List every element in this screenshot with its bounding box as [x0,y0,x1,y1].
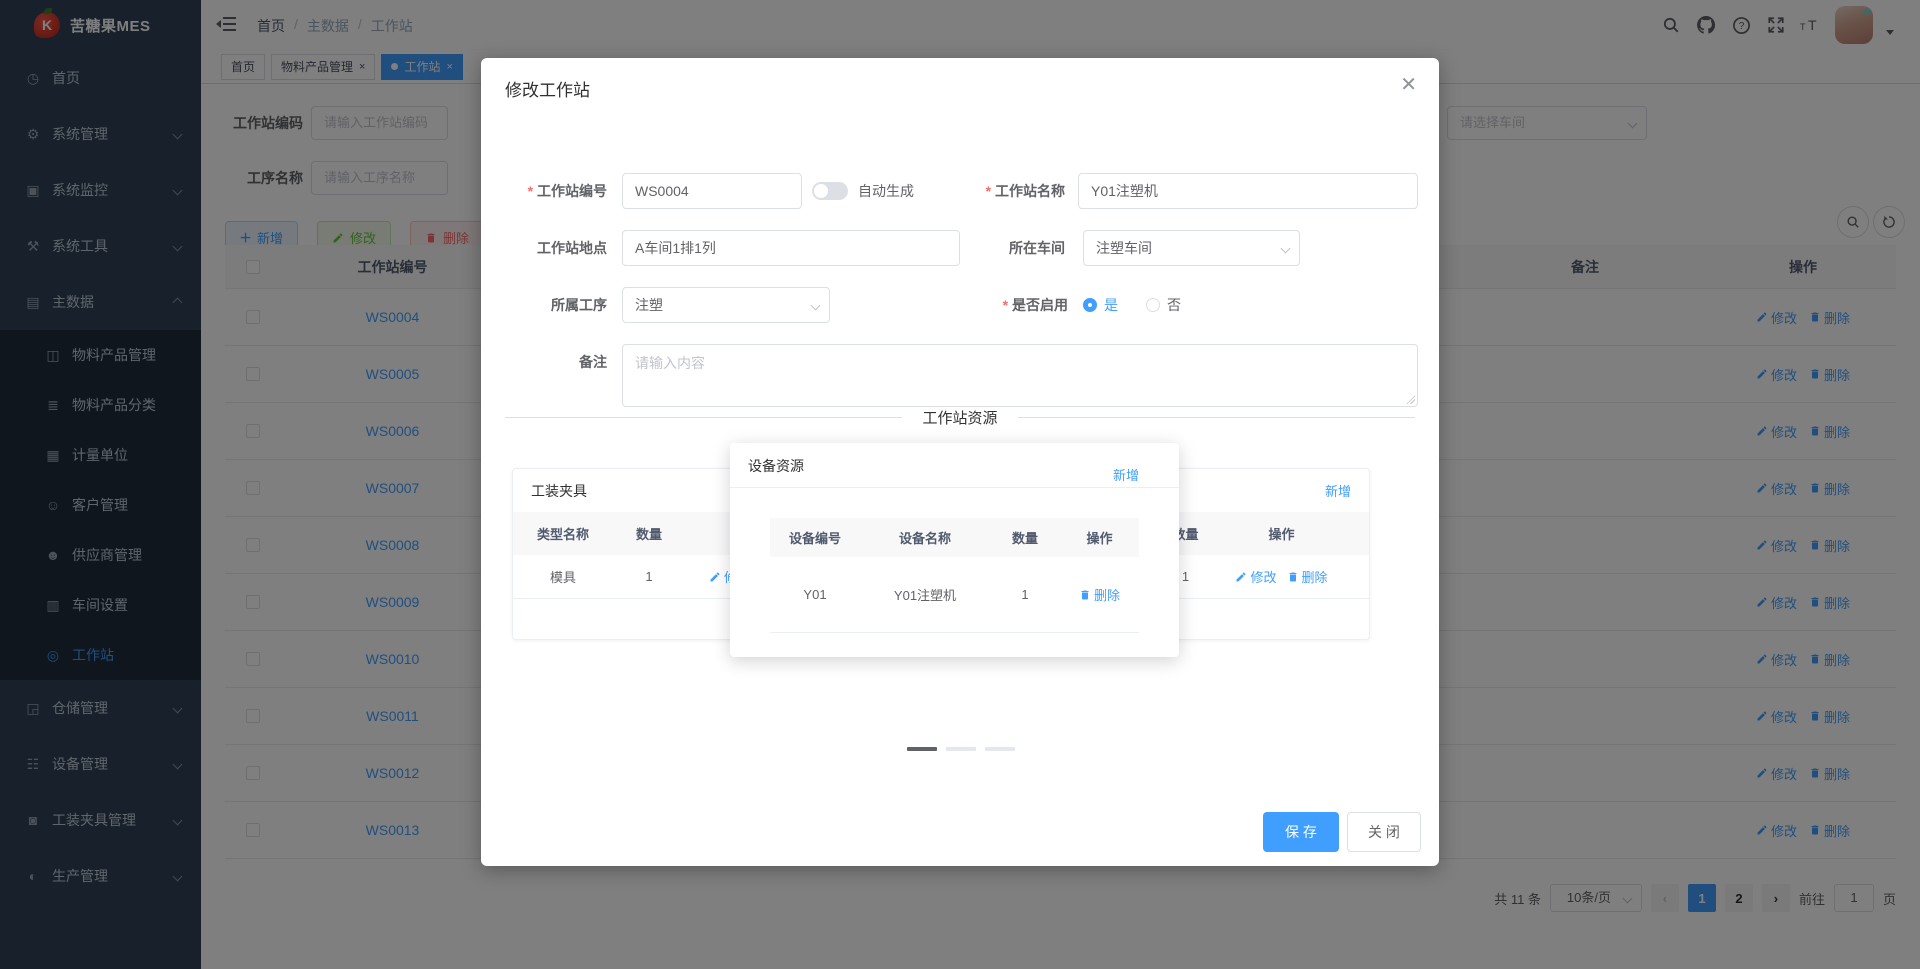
device-table: 设备编号 设备名称 数量 操作 Y01 Y01注塑机 1 删除 [770,518,1139,633]
radio-dot [1146,298,1160,312]
name-label: 工作站名称 [921,173,1065,209]
name-input[interactable]: Y01注塑机 [1078,173,1418,209]
trash-icon [1081,590,1089,599]
fixture-card-title: 工装夹具 [531,483,587,499]
auto-generate-toggle[interactable] [812,182,848,200]
resource-add-link[interactable]: 新增 [1325,481,1351,500]
resources-divider: 工作站资源 [505,407,1415,427]
device-add-link[interactable]: 新增 [1113,465,1139,484]
resource-edit-link[interactable]: 修改 [1235,567,1277,586]
app-root: K 苦糖果MES ◷首页⚙系统管理▣系统监控⚒系统工具▤主数据◫物料产品管理≣物… [0,0,1920,969]
remark-label: 备注 [579,354,607,370]
enabled-no-radio[interactable]: 否 [1146,295,1181,315]
edit-icon [710,572,720,581]
trash-icon [1289,572,1296,581]
process-label: 所属工序 [551,297,607,313]
save-button[interactable]: 保 存 [1263,812,1339,852]
location-input[interactable]: A车间1排1列 [622,230,960,266]
close-icon[interactable]: ✕ [1400,72,1417,97]
carousel-indicator[interactable] [907,747,937,751]
resize-handle-icon[interactable] [1406,395,1415,404]
chevron-down-icon [1280,243,1291,254]
edit-workstation-dialog: 修改工作站 ✕ 工作站编号 WS0004 自动生成 工作站名称 Y01注塑机 工… [481,58,1439,866]
carousel-indicators [907,747,1015,751]
device-table-header: 设备编号 设备名称 数量 操作 [770,518,1139,557]
device-delete-link[interactable]: 删除 [1079,585,1120,604]
edit-icon [1236,572,1246,581]
code-input[interactable]: WS0004 [622,173,802,209]
device-table-row: Y01 Y01注塑机 1 删除 [770,557,1139,633]
auto-generate-label: 自动生成 [858,183,914,199]
location-label: 工作站地点 [537,240,607,256]
carousel-indicator[interactable] [985,747,1015,751]
enabled-yes-radio[interactable]: 是 [1083,295,1118,315]
dialog-title: 修改工作站 [505,81,590,100]
chevron-down-icon [810,300,821,311]
close-button[interactable]: 关 闭 [1347,812,1421,852]
enabled-label: 是否启用 [921,287,1068,323]
workshop-label: 所在车间 [1009,240,1065,256]
code-label: 工作站编号 [481,173,607,209]
device-panel-title: 设备资源 [748,458,804,474]
process-select[interactable]: 注塑 [622,287,830,323]
remark-textarea[interactable]: 请输入内容 [622,344,1418,407]
resource-delete-link[interactable]: 删除 [1287,567,1328,586]
carousel-indicator[interactable] [946,747,976,751]
radio-dot [1083,298,1097,312]
workshop-select[interactable]: 注塑车间 [1083,230,1300,266]
device-resource-panel: 设备资源 新增 设备编号 设备名称 数量 操作 Y01 Y01注塑机 1 删除 [730,443,1179,657]
